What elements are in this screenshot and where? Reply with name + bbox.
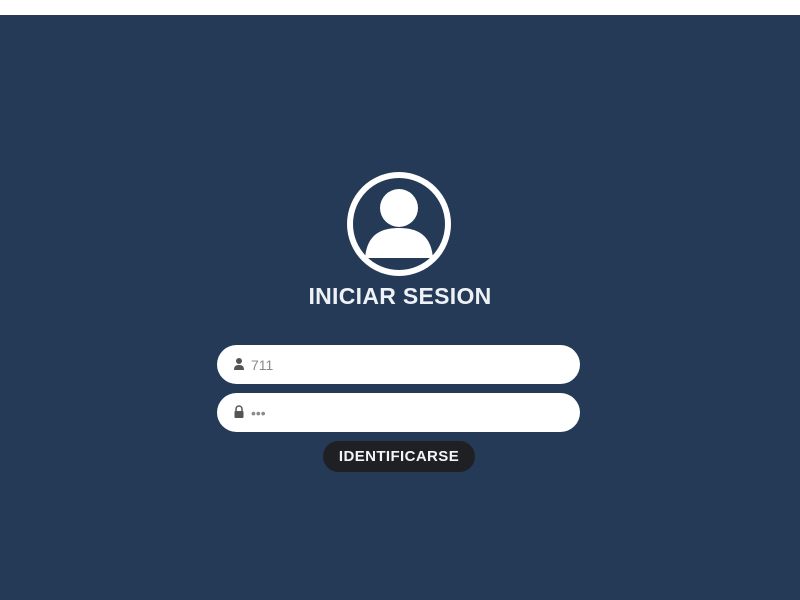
login-screen: INICIAR SESION IDENTIFICARSE — [0, 15, 800, 600]
password-field[interactable] — [217, 393, 580, 432]
user-icon — [234, 358, 244, 370]
password-input[interactable] — [251, 393, 561, 432]
username-field[interactable] — [217, 345, 580, 384]
top-strip — [0, 0, 800, 15]
lock-icon — [234, 405, 244, 418]
page-title: INICIAR SESION — [308, 283, 492, 309]
login-button[interactable]: IDENTIFICARSE — [323, 441, 475, 472]
username-input[interactable] — [251, 345, 561, 384]
user-avatar-icon — [347, 172, 451, 276]
